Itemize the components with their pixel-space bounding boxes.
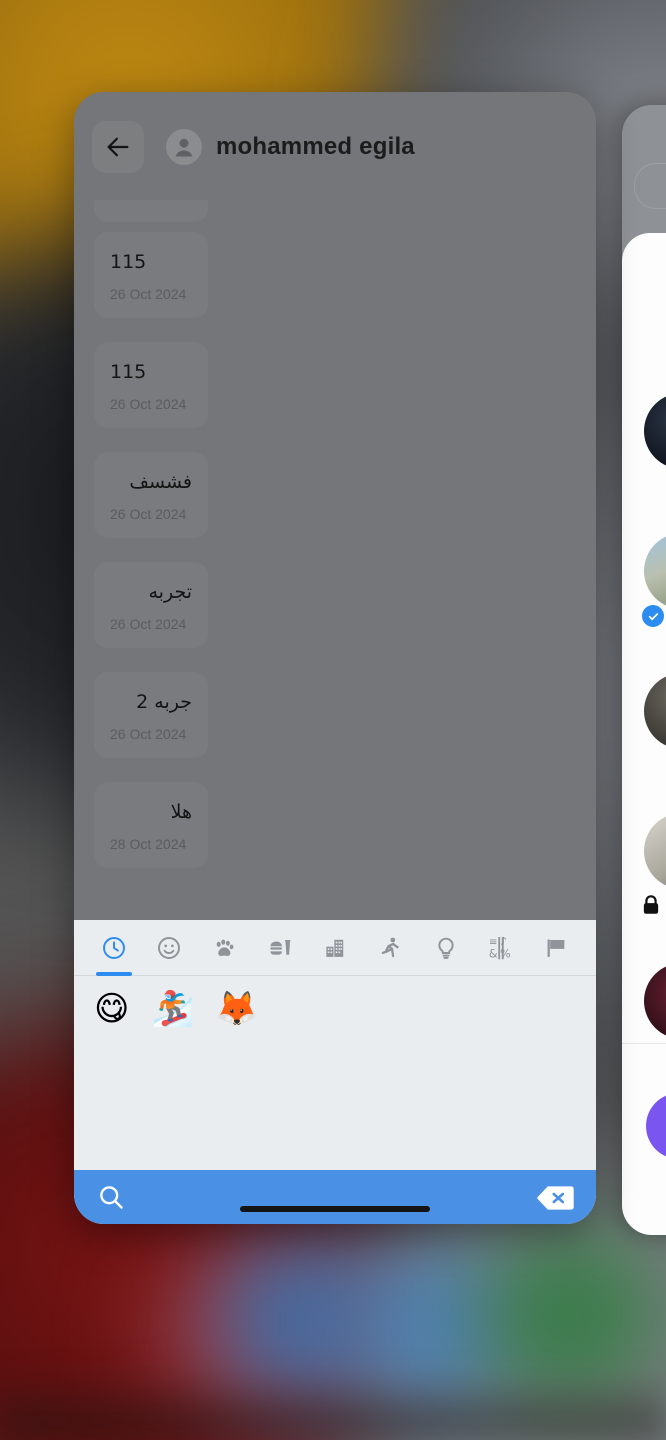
tab-animals-nature[interactable] [202, 926, 246, 970]
tab-smileys[interactable] [147, 926, 191, 970]
tab-travel-places[interactable] [313, 926, 357, 970]
recent-emoji-grid[interactable]: 😋 🏂 🦊 [74, 976, 596, 1176]
message-text: تجربه [148, 581, 192, 603]
emoji-tabs-divider [74, 975, 596, 976]
tab-objects[interactable] [424, 926, 468, 970]
list-item[interactable]: 115 26 Oct 2024 [94, 342, 208, 428]
list-item[interactable]: 115 26 Oct 2024 [94, 232, 208, 318]
buildings-icon [326, 939, 344, 957]
emoji-keyboard[interactable]: ‖ ≡ ♪ & % 😋 🏂 🦊 [74, 920, 596, 1224]
verified-check-icon [642, 605, 664, 627]
home-gesture-indicator[interactable] [240, 1206, 430, 1212]
tab-food-drink[interactable] [258, 926, 302, 970]
food-burger-icon [269, 939, 291, 955]
message-date: 26 Oct 2024 [110, 616, 187, 632]
message-text: 115 [110, 361, 147, 383]
chat-avatar[interactable] [644, 813, 666, 889]
compose-fab[interactable] [646, 1093, 666, 1159]
lightbulb-icon [437, 937, 454, 959]
chat-avatar[interactable] [644, 393, 666, 469]
person-avatar-icon [169, 132, 199, 162]
search-icon[interactable] [96, 1182, 126, 1212]
list-item[interactable]: هلا 28 Oct 2024 [94, 782, 208, 868]
chat-screen-surface: mohammed egila 115 26 Oct 2024 115 26 Oc… [74, 92, 596, 920]
secondary-card-toolbar [622, 105, 666, 235]
tab-activities[interactable] [368, 926, 412, 970]
emoji-item[interactable]: 😋 [94, 988, 129, 1030]
keyboard-bottom-bar [74, 1170, 596, 1224]
paw-print-icon [217, 939, 234, 956]
svg-text:&: & [489, 947, 498, 960]
app-switcher-card-secondary[interactable]: رة [622, 105, 666, 1235]
app-switcher-card-primary[interactable]: mohammed egila 115 26 Oct 2024 115 26 Oc… [74, 92, 596, 1224]
message-date: 26 Oct 2024 [110, 506, 187, 522]
back-button[interactable] [92, 121, 144, 173]
list-item-partial[interactable] [94, 200, 208, 222]
blurred-dock-icon-green [480, 1225, 660, 1405]
message-text: 115 [110, 251, 147, 273]
chat-avatar[interactable] [644, 673, 666, 749]
avatar[interactable] [166, 129, 202, 165]
message-text: جربه 2 [136, 691, 192, 713]
list-item[interactable]: فشسف 26 Oct 2024 [94, 452, 208, 538]
chat-toolbar: mohammed egila [74, 92, 596, 202]
svg-text:♪: ♪ [500, 935, 507, 948]
flag-icon [547, 939, 565, 957]
tab-recent[interactable] [92, 926, 136, 976]
chat-avatar[interactable] [644, 533, 666, 609]
smiley-face-icon [158, 937, 180, 959]
symbols-glyph-icon: ≡ ♪ & % [489, 935, 511, 960]
emoji-item[interactable]: 🏂 [151, 988, 193, 1030]
message-date: 26 Oct 2024 [110, 396, 187, 412]
lock-icon [640, 893, 662, 917]
clock-icon [102, 937, 125, 959]
message-list[interactable]: 115 26 Oct 2024 115 26 Oct 2024 فشسف 26 … [74, 200, 596, 920]
svg-text:%: % [500, 947, 511, 960]
secondary-card-divider [622, 1043, 666, 1044]
list-item[interactable]: جربه 2 26 Oct 2024 [94, 672, 208, 758]
chat-avatar[interactable] [644, 963, 666, 1039]
message-date: 26 Oct 2024 [110, 286, 187, 302]
secondary-card-content-sheet: رة [622, 233, 666, 1235]
message-text: فشسف [129, 471, 192, 493]
wallpaper-bottom-shade [0, 1380, 666, 1440]
list-item[interactable]: تجربه 26 Oct 2024 [94, 562, 208, 648]
page-title: mohammed egila [216, 133, 415, 160]
running-person-icon [382, 937, 400, 958]
emoji-item[interactable]: 🦊 [216, 988, 258, 1030]
message-date: 26 Oct 2024 [110, 726, 187, 742]
message-date: 28 Oct 2024 [110, 836, 187, 852]
emoji-category-tabs[interactable]: ‖ ≡ ♪ & % [74, 920, 596, 976]
backspace-delete-icon[interactable] [536, 1184, 574, 1212]
secondary-card-search-pill[interactable] [634, 163, 666, 209]
message-text: هلا [170, 801, 192, 823]
tab-flags[interactable] [534, 926, 578, 970]
active-tab-indicator [95, 972, 132, 976]
arrow-left-icon [107, 137, 129, 157]
tab-symbols[interactable]: ‖ ≡ ♪ & % [479, 926, 523, 970]
